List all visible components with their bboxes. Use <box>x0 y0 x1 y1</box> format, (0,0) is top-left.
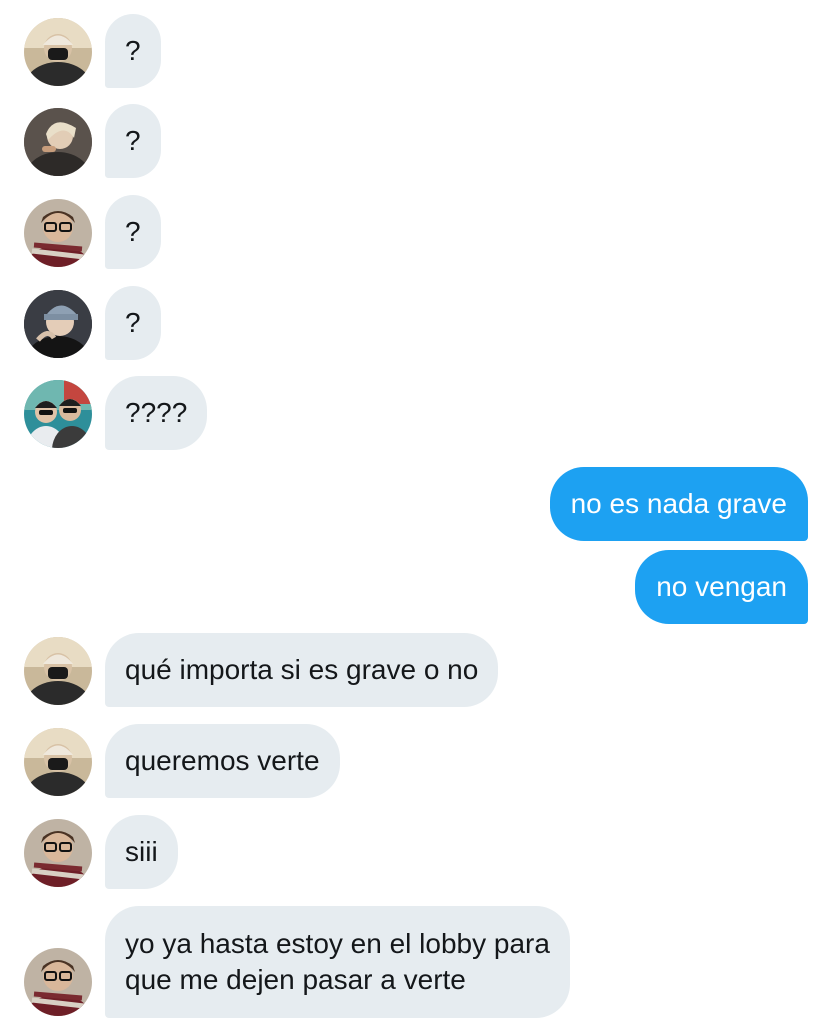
message-bubble[interactable]: ? <box>105 104 161 178</box>
message-bubble[interactable]: ???? <box>105 376 208 450</box>
message-row: queremos verte <box>0 724 832 800</box>
message-row: ? <box>0 14 832 90</box>
avatar-masked-beanie[interactable] <box>24 728 92 796</box>
message-row: qué importa si es grave o no <box>0 633 832 709</box>
avatar-blond-hair[interactable] <box>24 108 92 176</box>
avatar-knit-beanie[interactable] <box>24 290 92 358</box>
avatar-masked-beanie[interactable] <box>24 18 92 86</box>
message-row: ???? <box>0 376 832 452</box>
avatar-glasses-scarf[interactable] <box>24 199 92 267</box>
avatar-glasses-scarf[interactable] <box>24 948 92 1016</box>
message-row: yo ya hasta estoy en el lobby para que m… <box>0 906 832 1018</box>
message-bubble-outgoing[interactable]: no es nada grave <box>549 467 808 541</box>
message-row: ? <box>0 286 832 362</box>
avatar-glasses-scarf[interactable] <box>24 819 92 887</box>
message-bubble[interactable]: siii <box>105 815 178 889</box>
message-bubble[interactable]: yo ya hasta estoy en el lobby para que m… <box>105 906 570 1018</box>
message-bubble[interactable]: ? <box>105 14 161 88</box>
message-row: ? <box>0 104 832 180</box>
message-line: que me dejen pasar a verte <box>125 964 466 995</box>
message-bubble[interactable]: ? <box>105 195 161 269</box>
message-row: no es nada grave <box>0 467 832 543</box>
message-bubble[interactable]: queremos verte <box>105 724 340 798</box>
avatar-two-friends[interactable] <box>24 380 92 448</box>
message-row: no vengan <box>0 550 832 626</box>
message-bubble[interactable]: ? <box>105 286 161 360</box>
message-bubble[interactable]: qué importa si es grave o no <box>105 633 499 707</box>
message-row: siii <box>0 815 832 891</box>
message-line: yo ya hasta estoy en el lobby para <box>125 928 550 959</box>
avatar-masked-beanie[interactable] <box>24 637 92 705</box>
message-bubble-outgoing[interactable]: no vengan <box>635 550 808 624</box>
message-row: ? <box>0 195 832 271</box>
